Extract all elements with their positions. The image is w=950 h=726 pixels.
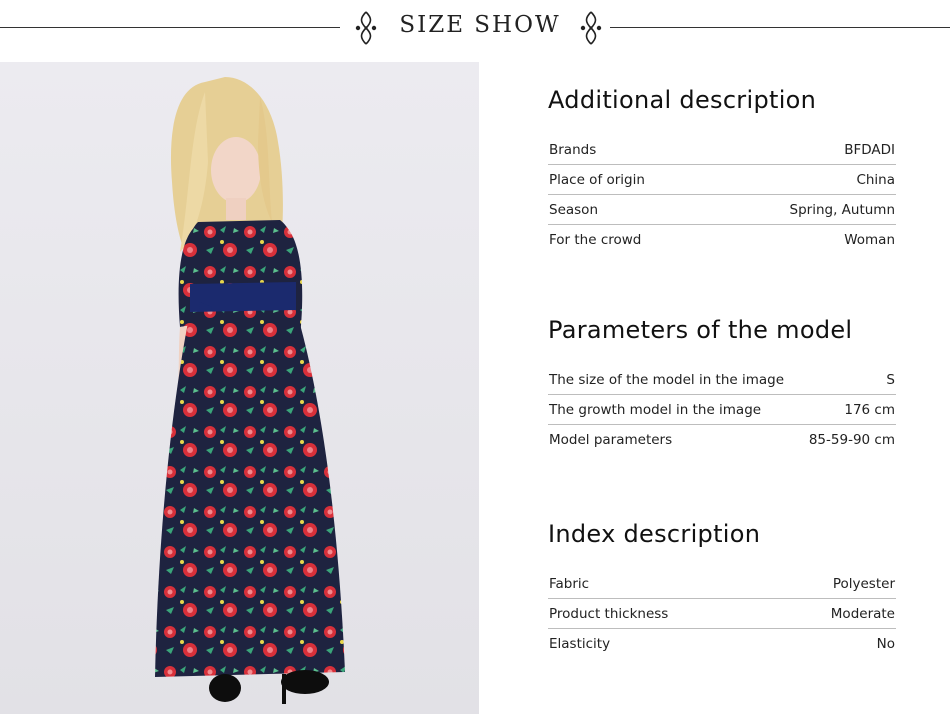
spec-key: Place of origin (549, 171, 645, 188)
header-divider-left (0, 27, 340, 28)
ornament-icon-right (580, 11, 602, 45)
table-row: For the crowd Woman (548, 225, 896, 254)
section-title: Index description (548, 520, 761, 548)
table-row: Place of origin China (548, 165, 896, 195)
table-row: Product thickness Moderate (548, 599, 896, 629)
model-illustration (155, 77, 345, 704)
spec-value: Polyester (832, 575, 895, 592)
ornament-icon-left (355, 11, 377, 45)
table-row: The growth model in the image 176 cm (548, 395, 896, 425)
spec-table: The size of the model in the image S The … (548, 365, 896, 454)
spec-value: No (876, 635, 895, 652)
spec-value: Spring, Autumn (789, 201, 896, 218)
section-title: Parameters of the model (548, 316, 853, 344)
spec-value: China (856, 171, 895, 188)
page-title: SIZE SHOW (399, 12, 561, 38)
table-row: Elasticity No (548, 629, 896, 658)
model-parameters-section: Parameters of the model The size of the … (548, 316, 896, 454)
table-row: Fabric Polyester (548, 569, 896, 599)
spec-value: 85-59-90 cm (808, 431, 895, 448)
spec-value: 176 cm (844, 401, 895, 418)
spec-key: Brands (549, 141, 597, 158)
table-row: Model parameters 85-59-90 cm (548, 425, 896, 454)
spec-key: Model parameters (549, 431, 673, 448)
spec-value: S (886, 371, 895, 388)
spec-value: BFDADI (844, 141, 895, 158)
spec-key: For the crowd (549, 231, 642, 248)
section-title: Additional description (548, 86, 817, 114)
spec-table: Fabric Polyester Product thickness Moderat… (548, 569, 896, 658)
table-row: Brands BFDADI (548, 135, 896, 165)
header-divider-right (610, 27, 950, 28)
table-row: The size of the model in the image S (548, 365, 896, 395)
spec-key: Product thickness (549, 605, 669, 622)
spec-value: Moderate (830, 605, 895, 622)
spec-key: The size of the model in the image (549, 371, 785, 388)
product-photo (0, 62, 479, 714)
spec-table: Brands BFDADI Place of origin China Season… (548, 135, 896, 254)
spec-key: Elasticity (549, 635, 611, 652)
additional-description-section: Additional description Brands BFDADI Plac… (548, 86, 896, 254)
spec-key: The growth model in the image (549, 401, 762, 418)
table-row: Season Spring, Autumn (548, 195, 896, 225)
spec-value: Woman (844, 231, 895, 248)
spec-key: Fabric (549, 575, 590, 592)
index-description-section: Index description Fabric Polyester Produc… (548, 520, 896, 658)
spec-key: Season (549, 201, 598, 218)
